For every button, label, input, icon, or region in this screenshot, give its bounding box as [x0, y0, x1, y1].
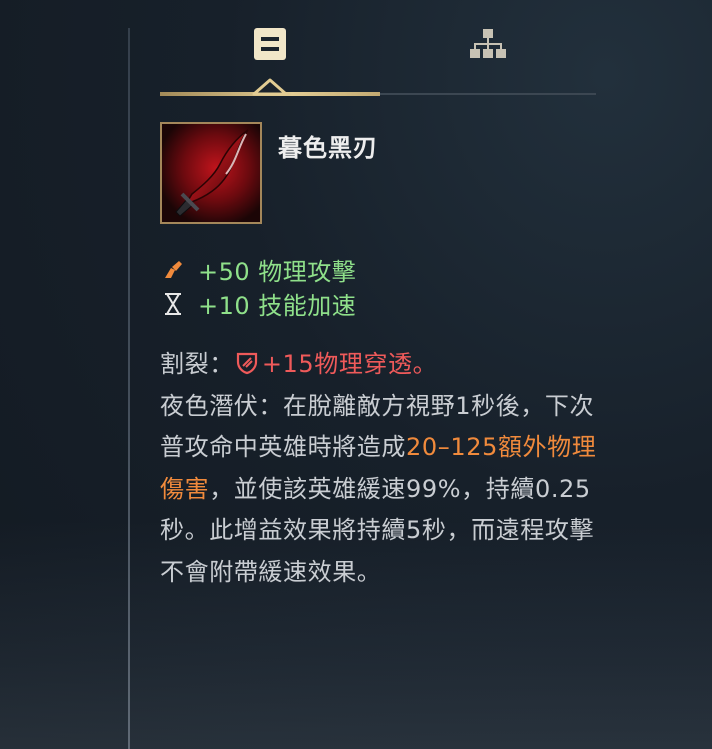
item-name: 暮色黑刃 [278, 134, 378, 162]
panel-divider [128, 28, 130, 749]
passive-effect: +15物理穿透。 [261, 350, 438, 378]
stat-label: +50 物理攻擊 [198, 258, 357, 286]
tab-build-tree[interactable] [466, 22, 510, 66]
stat-label: +10 技能加速 [198, 292, 357, 320]
item-description: 割裂： +15物理穿透。 夜色潛伏：在脫離敵方視野1秒後，下次普攻命中英雄時將造成… [160, 344, 610, 593]
passive-nightstalker: 夜色潛伏：在脫離敵方視野1秒後，下次普攻命中英雄時將造成20–125額外物理傷害… [160, 386, 610, 594]
passive-text: ，並使該英雄緩速99%，持續0.25秒。此增益效果將持續5秒，而遠程攻擊不會附帶… [160, 474, 595, 586]
build-tree-icon [470, 29, 506, 58]
passive-rend: 割裂： +15物理穿透。 [160, 344, 610, 386]
item-info-icon [254, 28, 286, 60]
hourglass-icon [160, 291, 186, 317]
crimson-blade-icon [162, 124, 260, 222]
stat-ability-haste: +10 技能加速 [160, 286, 356, 321]
armor-penetration-icon [234, 347, 260, 375]
stat-attack-damage: +50 物理攻擊 [160, 252, 356, 287]
passive-label: 夜色潛伏： [160, 391, 283, 420]
attack-damage-icon [160, 257, 186, 283]
tab-item-info[interactable] [248, 22, 292, 66]
item-icon [160, 122, 262, 224]
tab-caret-icon [252, 78, 288, 96]
passive-label: 割裂： [160, 350, 234, 378]
